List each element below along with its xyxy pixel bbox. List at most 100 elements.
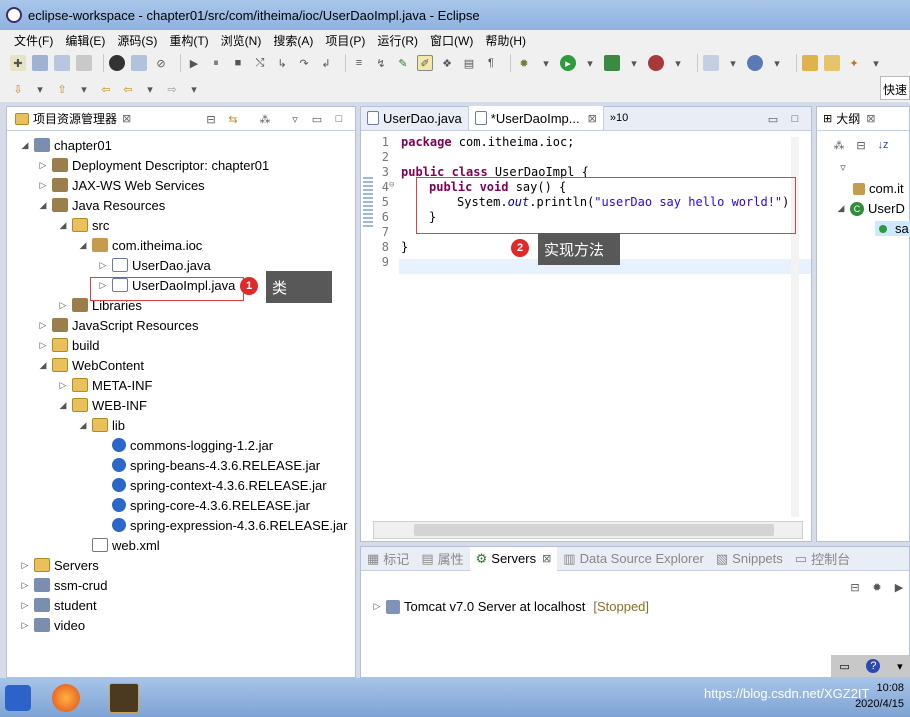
- expand-toggle-icon[interactable]: ▷: [97, 260, 109, 271]
- tree-item[interactable]: web.xml: [77, 535, 160, 555]
- close-icon[interactable]: ⊠: [866, 112, 875, 125]
- collapse-icon[interactable]: ⊟: [847, 579, 863, 595]
- tree-item[interactable]: spring-expression-4.3.6.RELEASE.jar: [97, 515, 348, 535]
- menu-run[interactable]: 运行(R): [371, 32, 424, 49]
- tree-item[interactable]: ▷ student: [19, 595, 97, 615]
- wps-icon[interactable]: [0, 680, 36, 716]
- new-server-icon[interactable]: [703, 55, 719, 71]
- step-over-icon[interactable]: ↷: [296, 55, 312, 71]
- last-edit-location-icon[interactable]: ⇦: [98, 81, 114, 97]
- save-all-icon[interactable]: [54, 55, 70, 71]
- close-icon[interactable]: ⊠: [542, 552, 551, 565]
- filter-icon[interactable]: ⁂: [257, 111, 273, 127]
- expand-toggle-icon[interactable]: ◢: [77, 240, 89, 251]
- minimize-icon[interactable]: ▭: [765, 111, 781, 127]
- expand-toggle-icon[interactable]: ▷: [57, 380, 69, 391]
- tab-markers[interactable]: ▦ 标记: [361, 547, 415, 571]
- outline-package[interactable]: com.it: [853, 181, 904, 196]
- next-annotation-icon[interactable]: ↯: [373, 55, 389, 71]
- eclipse-ee-icon[interactable]: [96, 680, 152, 716]
- tab-properties[interactable]: ▤ 属性: [415, 547, 469, 571]
- expand-toggle-icon[interactable]: ▷: [37, 160, 49, 171]
- tree-item[interactable]: ▷ video: [19, 615, 86, 635]
- view-menu-icon[interactable]: ▾: [897, 660, 903, 673]
- outline-title[interactable]: 大纲: [836, 110, 860, 127]
- user-icon[interactable]: [109, 55, 125, 71]
- tree-item[interactable]: ▷ JAX-WS Web Services: [37, 175, 205, 195]
- tree-item[interactable]: ▷ JavaScript Resources: [37, 315, 199, 335]
- console-icon[interactable]: [131, 55, 147, 71]
- external-tools-icon[interactable]: [648, 55, 664, 71]
- hide-fields-icon[interactable]: ⁂: [831, 137, 847, 153]
- new-icon[interactable]: ✚: [10, 55, 26, 71]
- fold-icon[interactable]: ⊖: [389, 180, 394, 190]
- horizontal-scrollbar[interactable]: [373, 521, 803, 539]
- tab-project-explorer[interactable]: 项目资源管理器 ⊠: [7, 107, 139, 131]
- sort-icon[interactable]: ↓z: [875, 137, 891, 153]
- tree-item[interactable]: ◢ chapter01: [19, 135, 112, 155]
- expand-toggle-icon[interactable]: ◢: [37, 200, 49, 211]
- tree-item[interactable]: spring-beans-4.3.6.RELEASE.jar: [97, 455, 320, 475]
- tree-item[interactable]: ▷ UserDao.java: [97, 255, 211, 275]
- next-annotation-down-icon[interactable]: ⇩: [10, 81, 26, 97]
- expand-toggle-icon[interactable]: ◢: [57, 220, 69, 231]
- tree-item[interactable]: spring-context-4.3.6.RELEASE.jar: [97, 475, 327, 495]
- tree-item[interactable]: ▷ ssm-crud: [19, 575, 108, 595]
- expand-toggle-icon[interactable]: ◢: [19, 140, 31, 151]
- step-return-icon[interactable]: ↲: [318, 55, 334, 71]
- tree-item[interactable]: ◢ src: [57, 215, 110, 235]
- dropdown-icon[interactable]: ▾: [769, 55, 785, 71]
- system-clock[interactable]: 10:08 2020/4/15: [855, 680, 904, 712]
- expand-toggle-icon[interactable]: ▷: [19, 600, 31, 611]
- tree-item[interactable]: ◢ lib: [77, 415, 125, 435]
- expand-toggle-icon[interactable]: ▷: [371, 601, 383, 612]
- expand-toggle-icon[interactable]: ▷: [19, 580, 31, 591]
- menu-window[interactable]: 窗口(W): [424, 32, 479, 49]
- menu-refactor[interactable]: 重构(T): [163, 32, 214, 49]
- expand-toggle-icon[interactable]: ▷: [19, 560, 31, 571]
- dropdown-icon[interactable]: ▾: [538, 55, 554, 71]
- prev-annotation-up-icon[interactable]: ⇧: [54, 81, 70, 97]
- view-menu-icon[interactable]: ▿: [287, 111, 303, 127]
- expand-toggle-icon[interactable]: ▷: [19, 620, 31, 631]
- highlight-icon[interactable]: ✐: [417, 55, 433, 71]
- minimize-icon[interactable]: ▭: [309, 111, 325, 127]
- tab-console[interactable]: ▭ 控制台: [789, 547, 856, 571]
- quick-access-field[interactable]: 快速: [880, 76, 910, 100]
- tree-item[interactable]: commons-logging-1.2.jar: [97, 435, 273, 455]
- tab-overflow-list[interactable]: »10: [604, 106, 634, 130]
- tab-servers[interactable]: ⚙ Servers ⊠: [469, 546, 558, 571]
- debug-icon[interactable]: ✹: [516, 55, 532, 71]
- dropdown-icon[interactable]: ▾: [186, 81, 202, 97]
- expand-toggle-icon[interactable]: ◢: [835, 203, 847, 214]
- dropdown-icon[interactable]: ▾: [32, 81, 48, 97]
- forward-icon[interactable]: ⇨: [164, 81, 180, 97]
- tab-userdaoimpl-java[interactable]: *UserDaoImp... ⊠: [468, 106, 604, 130]
- tree-item[interactable]: ◢ WebContent: [37, 355, 145, 375]
- search-tool-icon[interactable]: ✦: [846, 55, 862, 71]
- tree-item[interactable]: ◢ com.itheima.ioc: [77, 235, 203, 255]
- tab-userdao-java[interactable]: UserDao.java: [361, 106, 469, 130]
- disconnect-icon[interactable]: ⤭: [252, 55, 268, 71]
- dropdown-icon[interactable]: ▾: [670, 55, 686, 71]
- tree-item[interactable]: ◢ Java Resources: [37, 195, 166, 215]
- tree-item[interactable]: ▷ META-INF: [57, 375, 153, 395]
- close-icon[interactable]: ⊠: [122, 112, 131, 125]
- view-menu-icon[interactable]: ▿: [835, 159, 851, 175]
- dropdown-icon[interactable]: ▾: [582, 55, 598, 71]
- menu-search[interactable]: 搜索(A): [267, 32, 319, 49]
- terminate-icon[interactable]: ■: [230, 55, 246, 71]
- menu-project[interactable]: 项目(P): [319, 32, 371, 49]
- open-type-icon[interactable]: [802, 55, 818, 71]
- tree-item[interactable]: ▷ Deployment Descriptor: chapter01: [37, 155, 270, 175]
- close-icon[interactable]: ⊠: [588, 112, 597, 125]
- tab-data-source-explorer[interactable]: ▥ Data Source Explorer: [557, 547, 710, 571]
- word-wrap-icon[interactable]: ▤: [461, 55, 477, 71]
- expand-toggle-icon[interactable]: ▷: [37, 180, 49, 191]
- skip-breakpoints-icon[interactable]: ⊘: [153, 55, 169, 71]
- maximize-icon[interactable]: □: [787, 111, 803, 127]
- dropdown-icon[interactable]: ▾: [142, 81, 158, 97]
- server-row[interactable]: ▷ Tomcat v7.0 Server at localhost [Stopp…: [371, 599, 649, 614]
- scrollbar-thumb[interactable]: [414, 524, 774, 536]
- run-server-icon[interactable]: [604, 55, 620, 71]
